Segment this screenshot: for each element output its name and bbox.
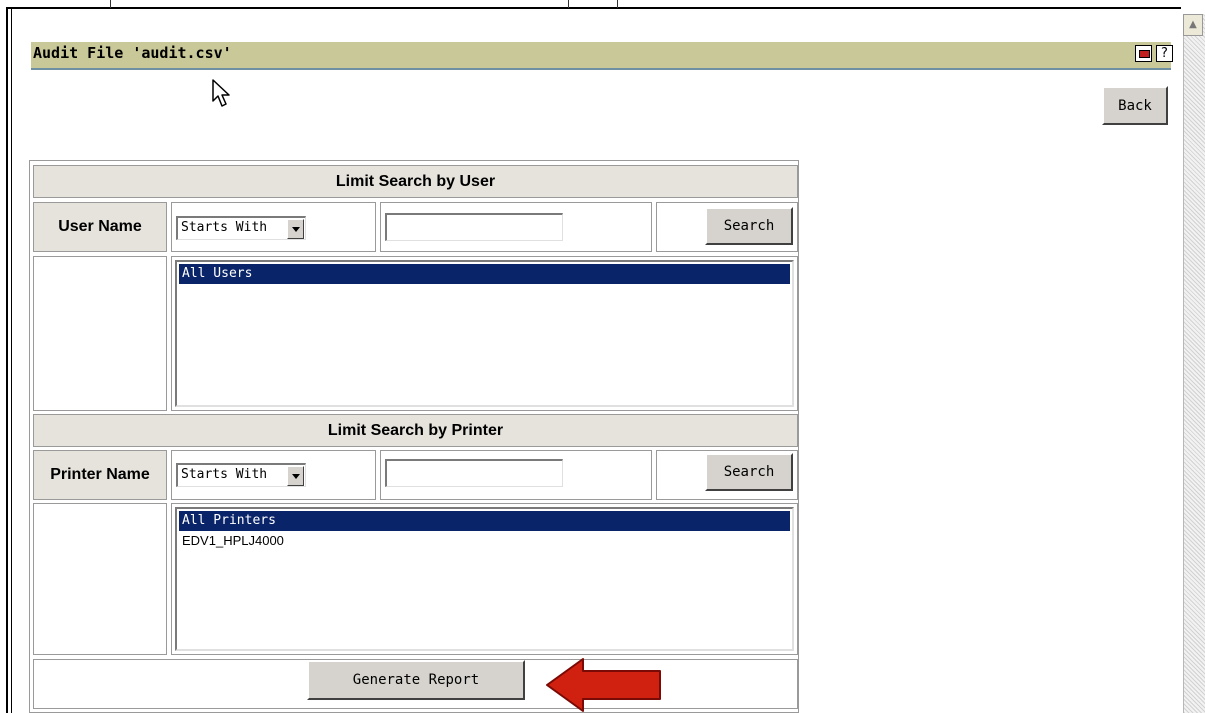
footer-cell: Generate Report — [33, 659, 798, 709]
user-search-cell: Search — [656, 202, 798, 252]
user-name-label: User Name — [33, 202, 167, 252]
red-arrow-icon — [546, 658, 661, 712]
user-listbox[interactable]: All Users — [175, 260, 794, 407]
printer-match-value: Starts With — [181, 467, 268, 482]
divider — [617, 0, 618, 8]
window-border-left — [6, 7, 8, 713]
user-list-cell: All Users — [171, 256, 798, 411]
window-border-top — [6, 7, 1181, 9]
user-match-value: Starts With — [181, 220, 268, 235]
scroll-up-arrow-icon[interactable]: ▲ — [1183, 14, 1203, 36]
divider — [110, 0, 111, 8]
user-search-button[interactable]: Search — [705, 207, 793, 245]
title-bar: Audit File 'audit.csv' ? — [31, 42, 1173, 70]
help-icon[interactable]: ? — [1156, 45, 1173, 62]
printer-search-input[interactable] — [385, 459, 563, 487]
chevron-down-icon[interactable] — [287, 466, 304, 486]
generate-report-button[interactable]: Generate Report — [307, 660, 525, 700]
printer-input-cell — [380, 450, 652, 500]
list-item[interactable]: EDV1_HPLJ4000 — [179, 531, 790, 551]
printer-search-button[interactable]: Search — [705, 453, 793, 491]
printer-match-cell: Starts With — [171, 450, 376, 500]
list-item[interactable]: All Users — [179, 264, 790, 284]
printer-icon[interactable] — [1135, 45, 1152, 62]
printer-spacer-cell — [33, 503, 167, 655]
printer-name-label: Printer Name — [33, 450, 167, 500]
printer-listbox[interactable]: All Printers EDV1_HPLJ4000 — [175, 507, 794, 651]
user-search-input[interactable] — [385, 213, 563, 241]
user-section-header: Limit Search by User — [33, 165, 798, 198]
chevron-down-icon[interactable] — [287, 219, 304, 239]
back-button[interactable]: Back — [1102, 86, 1168, 125]
printer-section-header: Limit Search by Printer — [33, 414, 798, 447]
printer-match-select[interactable]: Starts With — [176, 463, 306, 487]
list-item[interactable]: All Printers — [179, 511, 790, 531]
vertical-scrollbar[interactable] — [1183, 14, 1205, 713]
printer-glyph — [1139, 50, 1150, 58]
window-border-left-inner — [11, 7, 12, 713]
user-spacer-cell — [33, 256, 167, 411]
mouse-cursor-icon — [212, 79, 230, 107]
printer-search-cell: Search — [656, 450, 798, 500]
divider — [568, 0, 569, 8]
user-match-cell: Starts With — [171, 202, 376, 252]
user-match-select[interactable]: Starts With — [176, 216, 306, 240]
printer-list-cell: All Printers EDV1_HPLJ4000 — [171, 503, 798, 655]
user-input-cell — [380, 202, 652, 252]
page-title: Audit File 'audit.csv' — [33, 44, 232, 62]
